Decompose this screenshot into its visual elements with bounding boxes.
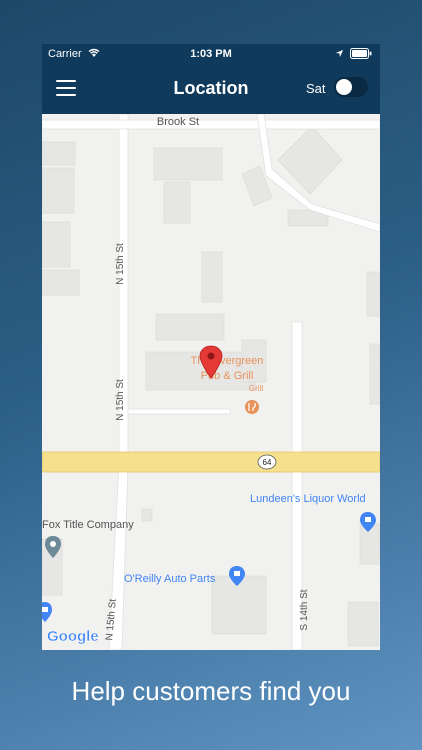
poi-category-grill: Grill (249, 384, 263, 393)
route-shield-number: 64 (263, 458, 272, 467)
satellite-toggle-label: Sat (306, 81, 326, 96)
street-label-s14: S 14th St (299, 589, 310, 630)
poi-label-auto: O'Reilly Auto Parts (124, 573, 216, 585)
poi-label-liquor: Lundeen's Liquor World (250, 493, 366, 505)
shopping-bag-icon[interactable] (42, 602, 52, 622)
status-bar: Carrier 1:03 PM (42, 44, 380, 64)
route-shield-icon: 64 (257, 454, 277, 470)
map-view[interactable]: 64 Brook St N 15th St N 15th St S 14th S… (42, 114, 380, 650)
street-label-n15-top: N 15th St (115, 243, 126, 285)
street-label-n15-mid: N 15th St (115, 379, 126, 421)
marketing-caption: Help customers find you (71, 676, 351, 706)
phone-screen: Carrier 1:03 PM Location Sat 64 Brook St… (42, 44, 380, 650)
nav-bar: Location Sat (42, 64, 380, 114)
restaurant-icon[interactable] (245, 400, 259, 414)
clock: 1:03 PM (190, 48, 232, 60)
google-logo: Google (47, 628, 99, 645)
location-arrow-icon (335, 49, 344, 61)
street-label-brook: Brook St (157, 116, 199, 128)
battery-icon (350, 48, 372, 62)
poi-label-fox: Fox Title Company (42, 519, 134, 531)
page-title: Location (173, 78, 249, 98)
toggle-knob (336, 79, 352, 95)
satellite-toggle[interactable] (334, 77, 368, 97)
